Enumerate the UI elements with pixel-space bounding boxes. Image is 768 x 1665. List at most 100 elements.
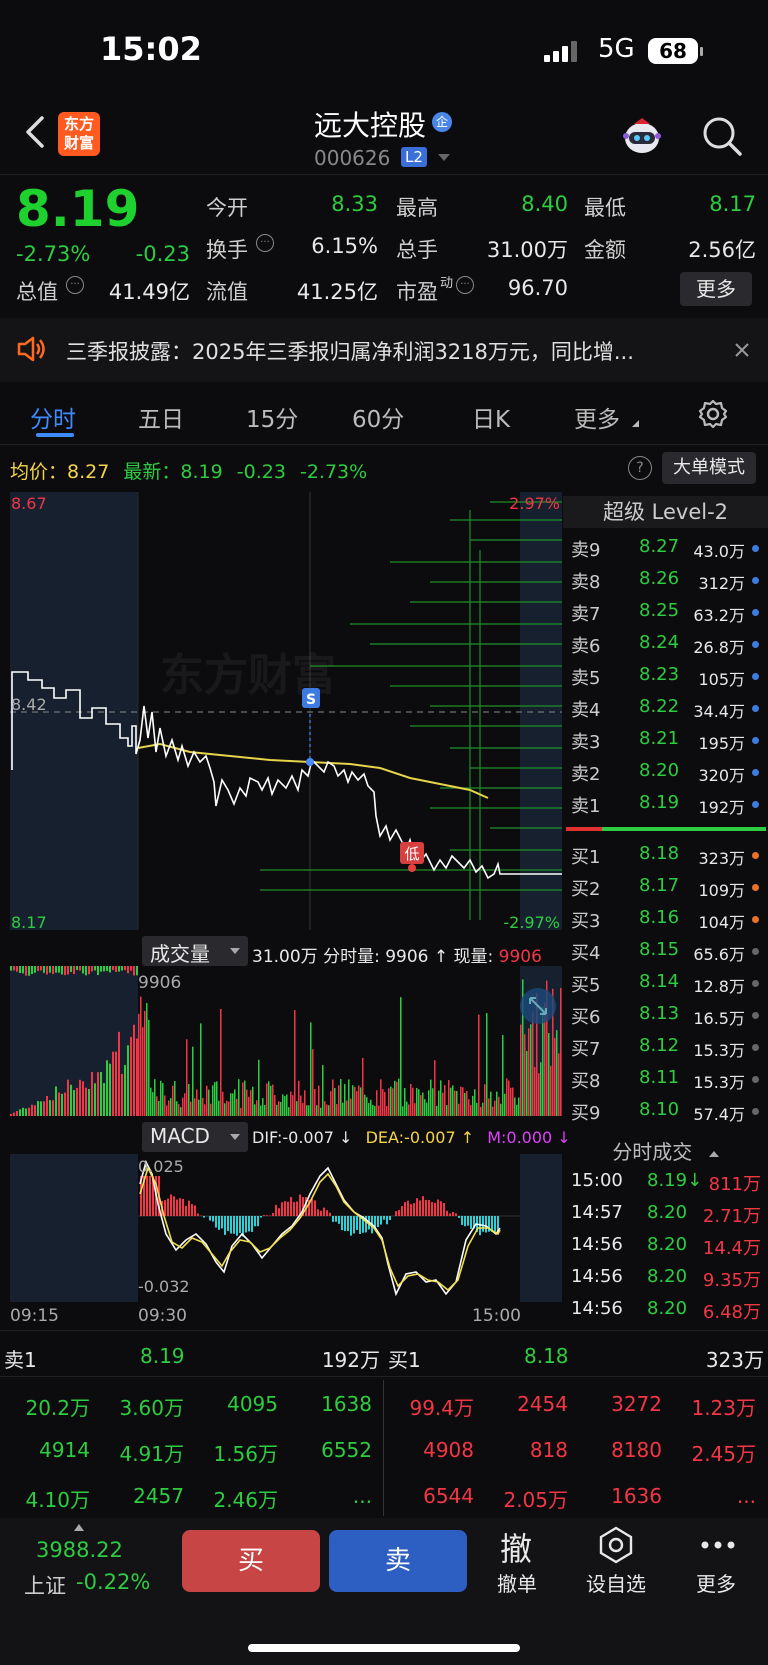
back-icon[interactable] (22, 112, 50, 152)
volume-value: 31.00万 (486, 238, 568, 262)
close-icon[interactable] (734, 342, 750, 358)
order-volume: 43.0万 (693, 542, 745, 561)
order-book-ask-row[interactable]: 卖2 8.20 320万 (563, 756, 768, 788)
order-volume: 16.5万 (693, 1009, 745, 1028)
order-volume: 105万 (698, 670, 745, 689)
search-icon[interactable] (700, 114, 744, 158)
order-price: 8.19 (639, 792, 680, 813)
index-name[interactable]: 上证 (24, 1570, 66, 1600)
queue-sell-price: 8.19 (140, 1344, 185, 1368)
macd-dif: DIF:-0.007 ↓ (252, 1128, 353, 1147)
intraday-price-chart[interactable]: 东方财富 S 低 8.67 8.42 8.17 2.97% -2.97% (10, 490, 562, 932)
order-book-ask-row[interactable]: 卖5 8.23 105万 (563, 660, 768, 692)
tab-daily-k[interactable]: 日K (472, 400, 510, 434)
index-change[interactable]: -0.22% (76, 1570, 150, 1594)
order-book-ask-row[interactable]: 卖3 8.21 195万 (563, 724, 768, 756)
order-volume: 65.6万 (693, 945, 745, 964)
pe-superscript: 动 (440, 276, 454, 291)
axis-bottom-price: 8.17 (11, 913, 47, 932)
stock-code[interactable]: 000626 (314, 146, 390, 170)
high-value: 8.40 (521, 192, 568, 216)
queue-cell: 8180 (611, 1438, 662, 1462)
buy-button[interactable]: 买 (182, 1530, 320, 1592)
order-volume: 15.3万 (693, 1073, 745, 1092)
info-icon[interactable]: ··· (256, 234, 274, 252)
order-book-ask-row[interactable]: 卖8 8.26 312万 (563, 564, 768, 596)
order-volume: 312万 (698, 574, 745, 593)
tick-time: 14:57 (571, 1202, 623, 1223)
robot-assistant-icon[interactable] (620, 114, 664, 158)
order-price: 8.25 (639, 600, 680, 621)
tab-intraday[interactable]: 分时 (30, 400, 76, 434)
macd-dea: DEA:-0.007 ↑ (365, 1128, 475, 1147)
order-dot-icon (752, 609, 759, 616)
order-book-bid-row[interactable]: 买2 8.17 109万 (563, 871, 768, 903)
order-level-label: 卖2 (571, 764, 601, 785)
order-dot-icon (752, 705, 759, 712)
order-volume: 195万 (698, 734, 745, 753)
order-level-label: 买6 (571, 1007, 601, 1028)
order-book-bid-row[interactable]: 买7 8.12 15.3万 (563, 1031, 768, 1063)
order-book-bid-row[interactable]: 买6 8.13 16.5万 (563, 999, 768, 1031)
big-order-mode-button[interactable]: 大单模式 (662, 452, 756, 484)
order-book-bid-row[interactable]: 买3 8.16 104万 (563, 903, 768, 935)
latest-pct: -2.73% (299, 461, 368, 483)
more-button[interactable]: 更多 (696, 1568, 736, 1597)
more-quote-button[interactable]: 更多 (680, 272, 752, 306)
order-book-bid-row[interactable]: 买9 8.10 57.4万 (563, 1095, 768, 1127)
latest-label: 最新： (123, 461, 181, 483)
tick-vol: 2.71万 (702, 1206, 761, 1227)
tick-vol: 811万 (708, 1174, 761, 1195)
order-book-bid-row[interactable]: 买8 8.11 15.3万 (563, 1063, 768, 1095)
help-icon[interactable]: ? (628, 456, 652, 480)
low-value: 8.17 (709, 192, 756, 216)
order-book-bid-row[interactable]: 买5 8.14 12.8万 (563, 967, 768, 999)
more-dots-icon[interactable] (700, 1540, 736, 1550)
cancel-icon[interactable]: 撤 (500, 1524, 532, 1570)
tab-60min[interactable]: 60分 (352, 400, 404, 434)
info-icon[interactable]: ··· (66, 276, 84, 294)
current-volume: 9906 (498, 947, 542, 967)
info-icon[interactable]: ··· (456, 276, 474, 294)
battery-tip (700, 47, 703, 56)
notice-text[interactable]: 三季报披露：2025年三季报归属净利润3218万元，同比增... (66, 336, 634, 366)
order-level-label: 卖7 (571, 604, 601, 625)
level2-title[interactable]: 超级 Level-2 (563, 496, 768, 528)
tab-five-day[interactable]: 五日 (138, 400, 184, 434)
add-watchlist-button[interactable]: 设自选 (586, 1568, 646, 1597)
order-book-bid-row[interactable]: 买1 8.18 323万 (563, 839, 768, 871)
order-book-ask-row[interactable]: 卖4 8.22 34.4万 (563, 692, 768, 724)
order-book-ask-row[interactable]: 卖6 8.24 26.8万 (563, 628, 768, 660)
chevron-down-icon[interactable] (438, 154, 450, 161)
queue-cell: 4.91万 (119, 1442, 184, 1466)
order-dot-icon (752, 769, 759, 776)
order-price: 8.10 (639, 1099, 680, 1120)
order-book-ask-row[interactable]: 卖7 8.25 63.2万 (563, 596, 768, 628)
order-dot-icon (752, 1044, 759, 1051)
order-volume: 34.4万 (693, 702, 745, 721)
gear-icon[interactable] (698, 399, 728, 429)
tab-15min[interactable]: 15分 (246, 400, 298, 434)
cancel-order-button[interactable]: 撤单 (497, 1568, 537, 1597)
order-book-ask-row[interactable]: 卖9 8.27 43.0万 (563, 532, 768, 564)
macd-info: DIF:-0.007 ↓ DEA:-0.007 ↑ M:0.000 ↓ (252, 1128, 571, 1147)
market-cap-value: 41.49亿 (108, 280, 190, 304)
order-level-label: 卖1 (571, 796, 601, 817)
ticks-header[interactable]: 分时成交 (563, 1136, 768, 1165)
queue-cell: 6544 (423, 1484, 474, 1508)
index-value[interactable]: 3988.22 (36, 1538, 123, 1562)
add-watchlist-icon[interactable] (598, 1526, 634, 1564)
order-dot-icon (752, 852, 759, 859)
order-level-label: 卖9 (571, 540, 601, 561)
order-book-bid-row[interactable]: 买4 8.15 65.6万 (563, 935, 768, 967)
tick-row: 14:56 8.20 9.35万 (563, 1262, 768, 1294)
macd-indicator-select[interactable]: MACD (142, 1122, 248, 1152)
tick-row: 15:00 8.19↓ 811万 (563, 1166, 768, 1198)
sell-button[interactable]: 卖 (329, 1530, 467, 1592)
tab-more[interactable]: 更多 (574, 400, 620, 434)
tick-vol: 6.48万 (702, 1302, 761, 1323)
volume-indicator-select[interactable]: 成交量 (142, 936, 248, 966)
order-book-ask-row[interactable]: 卖1 8.19 192万 (563, 788, 768, 820)
order-dot-icon (752, 1012, 759, 1019)
order-price: 8.13 (639, 1003, 680, 1024)
